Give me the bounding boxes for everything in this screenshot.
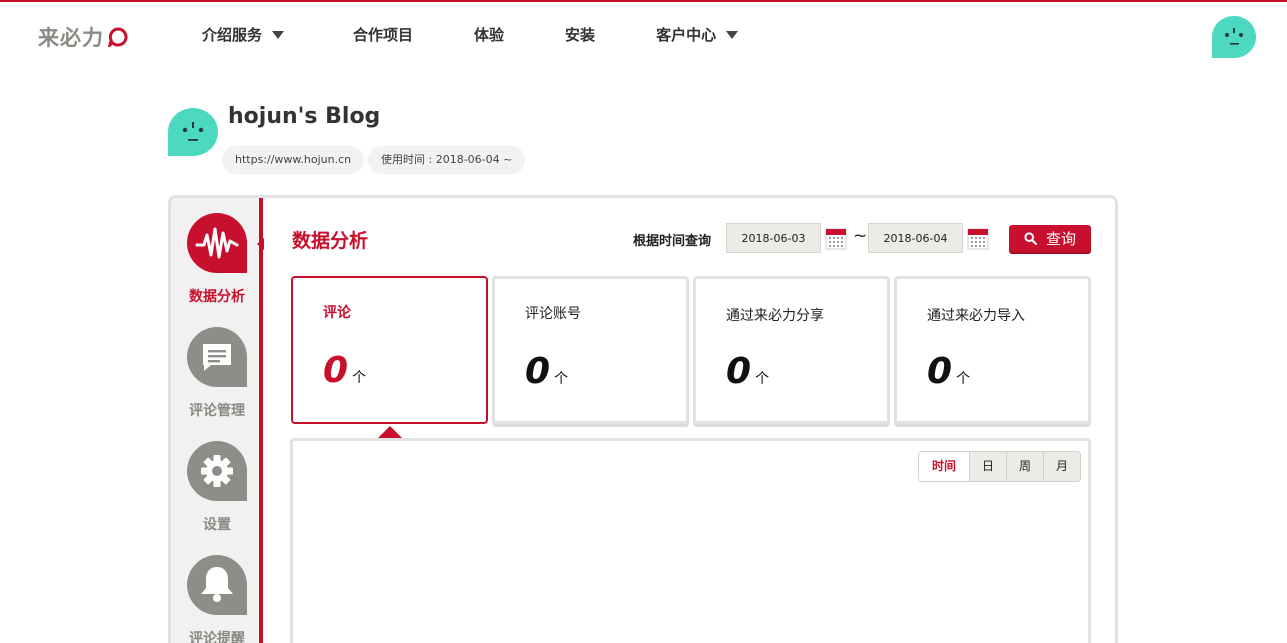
period-toggle: 时间 日 周 月	[918, 451, 1081, 482]
nav-label: 客户中心	[656, 26, 717, 44]
active-indicator	[257, 238, 264, 250]
tab-time[interactable]: 时间	[919, 452, 969, 481]
dashboard-panel: 数据分析 评论管理 设置 评论提醒 数据分析 根据时间查询 2018-06-03…	[168, 195, 1118, 643]
stat-unit: 个	[755, 371, 770, 387]
calendar-icon[interactable]	[825, 226, 847, 250]
end-date-field[interactable]: 2018-06-04	[868, 223, 963, 253]
main-nav: 介绍服务 合作项目 体验 安装 客户中心	[202, 24, 739, 45]
stat-number: 0	[323, 350, 349, 391]
nav-item-experience[interactable]: 体验	[474, 24, 504, 45]
sidebar-item-label: 评论管理	[189, 403, 245, 419]
tab-month[interactable]: 月	[1043, 452, 1080, 481]
stat-label: 通过来必力导入	[927, 308, 1025, 324]
sidebar-item-settings[interactable]: 设置	[171, 441, 263, 534]
stat-unit: 个	[352, 370, 367, 386]
stat-value: 0 个	[525, 351, 568, 392]
nav-label: 介绍服务	[202, 26, 263, 44]
sidebar-item-comment-management[interactable]: 评论管理	[171, 327, 263, 420]
bell-icon	[187, 555, 247, 615]
selected-card-pointer	[378, 426, 402, 438]
stat-value: 0 个	[726, 351, 769, 392]
query-by-time-label: 根据时间查询	[633, 234, 712, 249]
stat-label: 通过来必力分享	[726, 308, 824, 324]
stat-label: 评论	[323, 305, 351, 321]
sidebar: 数据分析 评论管理 设置 评论提醒	[171, 198, 264, 643]
comment-icon	[187, 327, 247, 387]
site-header: 来必力 介绍服务 合作项目 体验 安装 客户中心	[0, 2, 1287, 68]
start-date-field[interactable]: 2018-06-03	[726, 223, 821, 253]
nav-label: 体验	[474, 26, 505, 44]
stat-number: 0	[726, 351, 752, 392]
search-icon	[1024, 232, 1037, 245]
search-button[interactable]: 查询	[1009, 225, 1091, 252]
stat-unit: 个	[956, 371, 971, 387]
gear-icon	[187, 441, 247, 501]
blog-url-badge[interactable]: https://www.hojun.cn	[222, 146, 365, 174]
waveform-icon	[187, 213, 247, 273]
sidebar-item-label: 数据分析	[189, 289, 245, 305]
blog-title: hojun's Blog	[228, 104, 381, 129]
calendar-icon[interactable]	[967, 226, 989, 250]
nav-item-services[interactable]: 介绍服务	[202, 24, 285, 45]
stat-card-comment-accounts[interactable]: 评论账号 0 个	[492, 276, 689, 424]
stat-value: 0 个	[927, 351, 970, 392]
nav-label: 合作项目	[353, 26, 414, 44]
sidebar-item-label: 设置	[203, 517, 231, 533]
sidebar-item-analytics[interactable]: 数据分析	[171, 213, 263, 306]
stat-card-shares[interactable]: 通过来必力分享 0 个	[693, 276, 890, 424]
user-avatar-icon[interactable]	[1210, 14, 1258, 60]
nav-item-customer-center[interactable]: 客户中心	[656, 24, 739, 45]
stat-number: 0	[525, 351, 551, 392]
tab-week[interactable]: 周	[1006, 452, 1043, 481]
caret-down-icon	[726, 30, 739, 39]
stat-card-comments[interactable]: 评论 0 个	[291, 276, 488, 424]
logo-text: 来必力	[38, 26, 104, 50]
nav-item-partners[interactable]: 合作项目	[353, 24, 413, 45]
section-title: 数据分析	[292, 230, 369, 252]
search-button-label: 查询	[1045, 230, 1076, 248]
date-range-separator: ~	[853, 226, 868, 246]
stat-number: 0	[927, 351, 953, 392]
sidebar-item-label: 评论提醒	[189, 631, 245, 643]
nav-label: 安装	[565, 26, 596, 44]
stat-value: 0 个	[323, 350, 366, 391]
stat-unit: 个	[554, 371, 569, 387]
usage-period-badge: 使用时间 : 2018-06-04 ~	[368, 146, 526, 174]
stat-card-imports[interactable]: 通过来必力导入 0 个	[894, 276, 1091, 424]
blog-avatar-icon	[168, 108, 218, 156]
speech-bubble-icon	[108, 27, 128, 47]
stat-label: 评论账号	[525, 306, 581, 322]
caret-down-icon	[272, 30, 285, 39]
sidebar-item-comment-alerts[interactable]: 评论提醒	[171, 555, 263, 643]
nav-item-install[interactable]: 安装	[565, 24, 595, 45]
logo[interactable]: 来必力	[38, 22, 128, 52]
tab-day[interactable]: 日	[969, 452, 1006, 481]
chart-area: 时间 日 周 月	[290, 438, 1091, 643]
